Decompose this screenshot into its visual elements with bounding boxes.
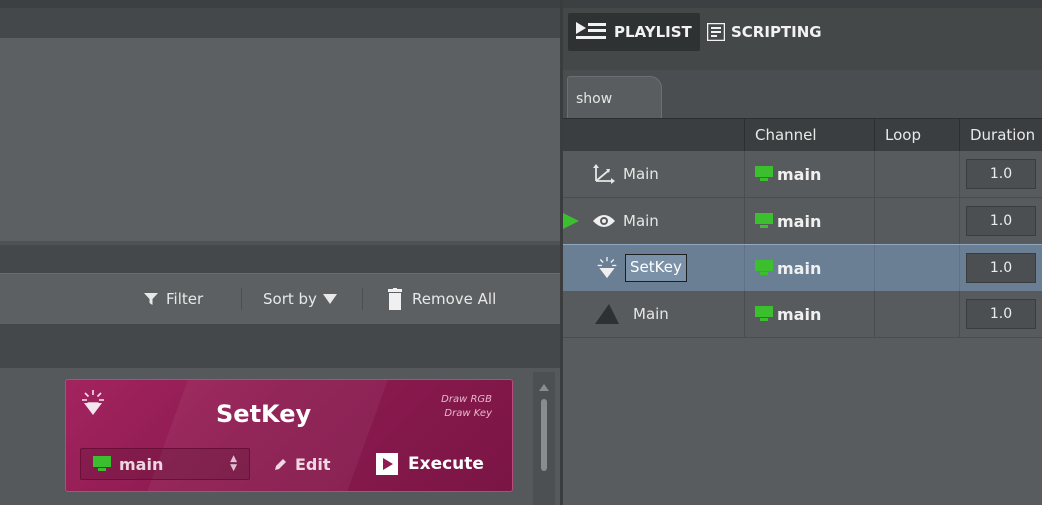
panel-tabs: PLAYLIST SCRIPTING <box>563 0 1042 70</box>
monitor-icon <box>93 456 111 471</box>
row-channel: main <box>777 211 822 231</box>
row-name-cell: Main <box>563 151 744 197</box>
row-channel: main <box>777 164 822 184</box>
top-strip <box>0 0 560 8</box>
row-channel-cell[interactable]: main <box>744 151 874 197</box>
header-name[interactable] <box>563 119 744 151</box>
row-channel: main <box>777 304 822 324</box>
sort-down-icon <box>322 294 337 304</box>
right-pane: PLAYLIST SCRIPTING show Channel Loop Dur… <box>563 0 1042 505</box>
row-name: Main <box>633 305 669 323</box>
header-duration[interactable]: Duration <box>959 119 1042 151</box>
tab-playlist-label: PLAYLIST <box>614 23 692 41</box>
row-loop-cell[interactable] <box>874 151 959 197</box>
tab-show[interactable]: show <box>567 76 662 118</box>
filter-button[interactable]: Filter <box>144 287 203 311</box>
card-description: Draw RGB Draw Key <box>441 393 492 421</box>
playlist-row[interactable]: Main main 1.0 <box>563 291 1042 338</box>
sort-by-button[interactable]: Sort by <box>263 287 337 311</box>
row-name-editor[interactable]: SetKey <box>625 254 687 282</box>
row-name: Main <box>623 212 659 230</box>
scrollbar-thumb[interactable] <box>541 399 547 471</box>
monitor-icon <box>755 213 773 228</box>
pencil-icon <box>275 458 286 470</box>
content-area <box>0 38 560 241</box>
row-channel: main <box>777 258 822 278</box>
row-duration-cell: 1.0 <box>959 245 1042 291</box>
monitor-icon <box>755 260 773 275</box>
row-loop-cell[interactable] <box>874 245 959 291</box>
card-edit-button[interactable]: Edit <box>273 455 331 474</box>
filter-icon <box>144 293 158 305</box>
tab-scripting[interactable]: SCRIPTING <box>707 13 822 51</box>
row-duration-cell: 1.0 <box>959 198 1042 244</box>
row-loop-cell[interactable] <box>874 198 959 244</box>
playlist-row[interactable]: Main main 1.0 <box>563 198 1042 245</box>
row-name-cell: Main <box>563 198 744 244</box>
playlist-row[interactable]: Main main 1.0 <box>563 151 1042 198</box>
top-strip <box>563 0 1042 8</box>
toolbar-separator <box>362 288 363 310</box>
row-name: Main <box>623 165 659 183</box>
section-bar <box>0 324 560 368</box>
row-channel-cell[interactable]: main <box>744 198 874 244</box>
row-name-cell: SetKey <box>563 245 744 291</box>
left-pane: Filter Sort by Remove All SetKey Draw RG… <box>0 0 560 505</box>
scroll-up-icon[interactable] <box>539 384 549 391</box>
section-bar <box>0 245 560 273</box>
card-execute-label: Execute <box>408 454 484 474</box>
tab-playlist[interactable]: PLAYLIST <box>568 13 700 51</box>
tab-scripting-label: SCRIPTING <box>731 23 822 41</box>
document-tab-bar: show <box>563 70 1042 118</box>
remove-all-button[interactable]: Remove All <box>388 287 496 311</box>
setkey-icon <box>82 390 104 415</box>
header-bar <box>0 8 560 38</box>
row-loop-cell[interactable] <box>874 291 959 337</box>
monitor-icon <box>755 306 773 321</box>
card-edit-label: Edit <box>295 455 331 474</box>
duration-field[interactable]: 1.0 <box>966 206 1036 236</box>
spinner-arrows-icon: ▲ ▼ <box>230 454 237 473</box>
playlist-row-selected[interactable]: SetKey main 1.0 <box>563 244 1042 292</box>
trash-icon <box>388 288 402 310</box>
template-card-setkey[interactable]: SetKey Draw RGB Draw Key main ▲ ▼ Edit Ex… <box>65 379 513 492</box>
duration-field[interactable]: 1.0 <box>966 299 1036 329</box>
card-channel-select[interactable]: main ▲ ▼ <box>80 448 250 480</box>
row-name-cell: Main <box>563 291 744 337</box>
card-title: SetKey <box>216 400 312 428</box>
row-channel-cell[interactable]: main <box>744 291 874 337</box>
card-sub-line: Draw RGB <box>441 394 492 405</box>
template-toolbar: Filter Sort by Remove All <box>0 273 560 325</box>
duration-field[interactable]: 1.0 <box>966 253 1036 283</box>
playlist-icon <box>576 22 606 39</box>
row-channel-cell[interactable]: main <box>744 245 874 291</box>
grid-header: Channel Loop Duration <box>563 118 1042 151</box>
header-loop[interactable]: Loop <box>874 119 959 151</box>
card-sub-line: Draw Key <box>444 408 492 419</box>
row-duration-cell: 1.0 <box>959 291 1042 337</box>
card-channel-value: main <box>119 454 164 474</box>
filter-label: Filter <box>166 290 204 308</box>
duration-field[interactable]: 1.0 <box>966 159 1036 189</box>
remove-all-label: Remove All <box>412 290 497 308</box>
tab-show-label: show <box>576 91 613 107</box>
execute-icon <box>376 453 398 475</box>
triangle-shape-icon <box>595 304 619 324</box>
scripting-icon <box>707 23 725 41</box>
card-execute-button[interactable]: Execute <box>376 453 484 475</box>
sort-by-label: Sort by <box>263 290 317 308</box>
header-channel[interactable]: Channel <box>744 119 874 151</box>
setkey-icon <box>597 257 617 279</box>
toolbar-separator <box>241 288 242 310</box>
row-duration-cell: 1.0 <box>959 151 1042 197</box>
monitor-icon <box>755 166 773 181</box>
axis-transform-icon <box>593 164 615 184</box>
eye-icon <box>593 215 615 227</box>
